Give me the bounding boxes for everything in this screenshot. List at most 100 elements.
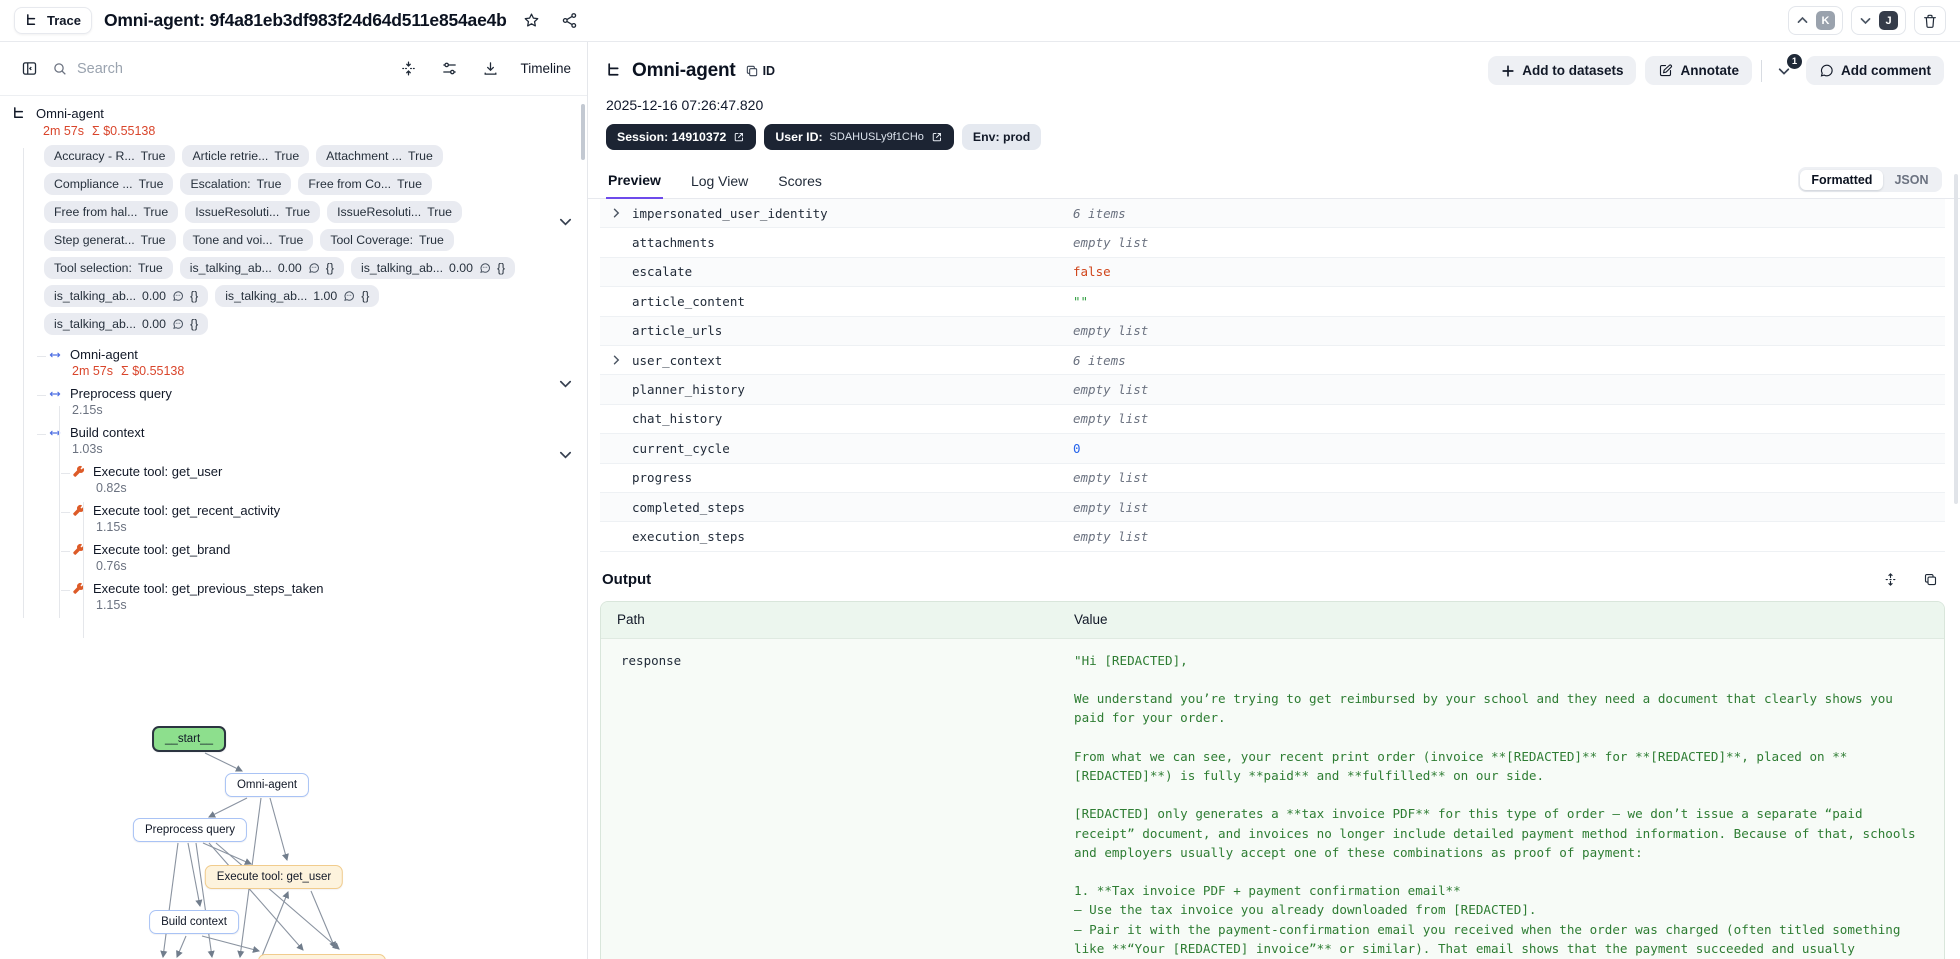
chevron-down-icon [1860,18,1871,25]
score-badge[interactable]: Step generat... True [44,229,176,251]
fold-vertical-icon [402,61,415,76]
env-badge[interactable]: Env: prod [961,124,1042,150]
search-input[interactable] [77,60,277,77]
score-badge[interactable]: is_talking_ab... 0.00 {} [350,257,516,279]
tree-span-execute-tool-get-recent-activity[interactable]: Execute tool: get_recent_activity 1.15s [61,499,575,538]
kv-row-escalate[interactable]: escalate false [600,257,1945,288]
kv-value: "" [1073,293,1089,309]
add-comment-button[interactable]: Add comment [1805,56,1944,85]
timeline-toggle[interactable]: Timeline [518,61,571,76]
graph-node-build-context[interactable]: Build context [149,910,239,934]
share-button[interactable] [557,8,583,34]
expand-output-button[interactable] [1877,567,1903,593]
copy-output-button[interactable] [1917,567,1943,593]
tree-span-execute-tool-get-user[interactable]: Execute tool: get_user 0.82s [61,460,575,499]
badge-value: True [408,149,433,163]
delete-trace-button[interactable] [1914,6,1946,35]
expand-chevron-icon[interactable] [610,207,622,219]
copy-id-button[interactable]: ID [745,64,775,78]
score-badge[interactable]: Article retrie... True [182,145,310,167]
kv-row-impersonated_user_identity[interactable]: impersonated_user_identity 6 items [600,199,1945,229]
display-settings-button[interactable] [436,56,462,82]
kv-row-article_urls[interactable]: article_urls empty list [600,316,1945,346]
divider [1760,59,1762,82]
kv-row-current_cycle[interactable]: current_cycle 0 [600,434,1945,464]
graph-node--start-[interactable]: __start__ [152,726,226,752]
collapse-sidebar-button[interactable] [16,56,42,82]
kv-value: empty list [1073,235,1149,251]
score-badge[interactable]: is_talking_ab... 0.00 {} [44,285,209,307]
badge-label: is_talking_ab... [360,261,444,275]
annotate-button[interactable]: Annotate [1645,56,1752,85]
badge-label: is_talking_ab... [225,289,308,303]
next-trace-button[interactable]: J [1851,6,1906,35]
trace-chip[interactable]: Trace [14,7,92,34]
collapse-root-chevron[interactable] [558,214,573,229]
bookmark-star-button[interactable] [519,8,545,34]
score-badge[interactable]: Compliance ... True [44,173,174,195]
score-badge[interactable]: Tool Coverage: True [320,229,454,251]
score-badge[interactable]: is_talking_ab... 1.00 {} [215,285,380,307]
score-badge[interactable]: is_talking_ab... 0.00 {} [44,313,209,335]
score-badge[interactable]: Tool selection: True [44,257,173,279]
score-badge[interactable]: IssueResoluti... True [327,201,463,223]
tab-scores[interactable]: Scores [776,164,824,198]
view-toggle: Formatted JSON [1797,167,1942,192]
download-button[interactable] [477,56,503,82]
score-badge[interactable]: IssueResoluti... True [185,201,321,223]
tree-span-preprocess-query[interactable]: Preprocess query 2.15s [37,382,575,421]
kv-row-chat_history[interactable]: chat_history empty list [600,405,1945,435]
collapse-agent-chevron[interactable] [558,376,573,391]
kbd-j: J [1879,11,1898,30]
trace-sidebar: Timeline Omni-agent 2m 57sΣ $0.55138 Accur… [0,42,588,959]
kv-row-article_content[interactable]: article_content "" [600,287,1945,317]
span-name: Omni-agent [70,347,138,362]
collapse-all-button[interactable] [395,56,421,82]
score-badge[interactable]: is_talking_ab... 0.00 {} [179,257,344,279]
graph-node-execute-tool-get-user[interactable]: Execute tool: get_user [204,865,344,889]
graph-node-partial[interactable] [258,954,386,959]
score-badge[interactable]: Escalation: True [180,173,292,195]
prev-trace-button[interactable]: K [1788,6,1843,35]
badge-label: Accuracy - R... [54,149,135,163]
score-badge[interactable]: Attachment ... True [316,145,443,167]
kv-row-progress[interactable]: progress empty list [600,464,1945,493]
tree-span-build-context[interactable]: Build context 1.03s [37,421,575,460]
badge-value: True [143,205,169,219]
collapse-build-context-chevron[interactable] [558,447,573,462]
tree-span-execute-tool-get-previous-steps-taken[interactable]: Execute tool: get_previous_steps_taken 1.… [61,577,575,616]
score-badge[interactable]: Tone and voi... True [182,229,314,251]
output-row-response[interactable]: response "Hi [REDACTED], We understand y… [601,639,1944,959]
copy-icon [1924,574,1936,586]
annotation-queue-dropdown[interactable]: 1 [1771,53,1802,82]
expand-chevron-icon[interactable] [610,354,622,366]
graph-node-omni-agent[interactable]: Omni-agent [224,773,310,797]
preview-scrollbar[interactable] [1954,174,1958,504]
output-col-path: Path [617,612,645,628]
tree-root-omni-agent[interactable]: Omni-agent [12,106,575,121]
sidebar-scrollbar[interactable] [581,104,585,160]
kv-row-attachments[interactable]: attachments empty list [600,228,1945,258]
add-to-datasets-button[interactable]: Add to datasets [1488,56,1637,85]
external-link-icon [932,133,941,142]
score-badge[interactable]: Free from hal... True [44,201,179,223]
kv-row-execution_steps[interactable]: execution_steps empty list [600,522,1945,552]
tree-span-omni-agent[interactable]: Omni-agent 2m 57s Σ $0.55138 [37,343,575,382]
badge-value: True [285,205,311,219]
tab-log-view[interactable]: Log View [689,164,750,198]
score-badge[interactable]: Free from Co... True [298,173,432,195]
graph-node-preprocess-query[interactable]: Preprocess query [132,818,248,842]
user-id-link[interactable]: User ID: SDAHUSLy9f1CHo [764,124,954,150]
score-badge[interactable]: Accuracy - R... True [44,145,176,167]
kv-row-user_context[interactable]: user_context 6 items [600,346,1945,376]
tree-indent-guide [83,502,84,638]
badge-label: Article retrie... [192,149,269,163]
view-toggle-json[interactable]: JSON [1883,170,1939,190]
kv-row-completed_steps[interactable]: completed_steps empty list [600,492,1945,523]
trash-icon [1924,14,1936,28]
tab-preview[interactable]: Preview [606,163,663,199]
tree-span-execute-tool-get-brand[interactable]: Execute tool: get_brand 0.76s [61,538,575,577]
view-toggle-formatted[interactable]: Formatted [1800,169,1884,190]
session-link[interactable]: Session: 14910372 [606,124,757,150]
kv-row-planner_history[interactable]: planner_history empty list [600,375,1945,405]
